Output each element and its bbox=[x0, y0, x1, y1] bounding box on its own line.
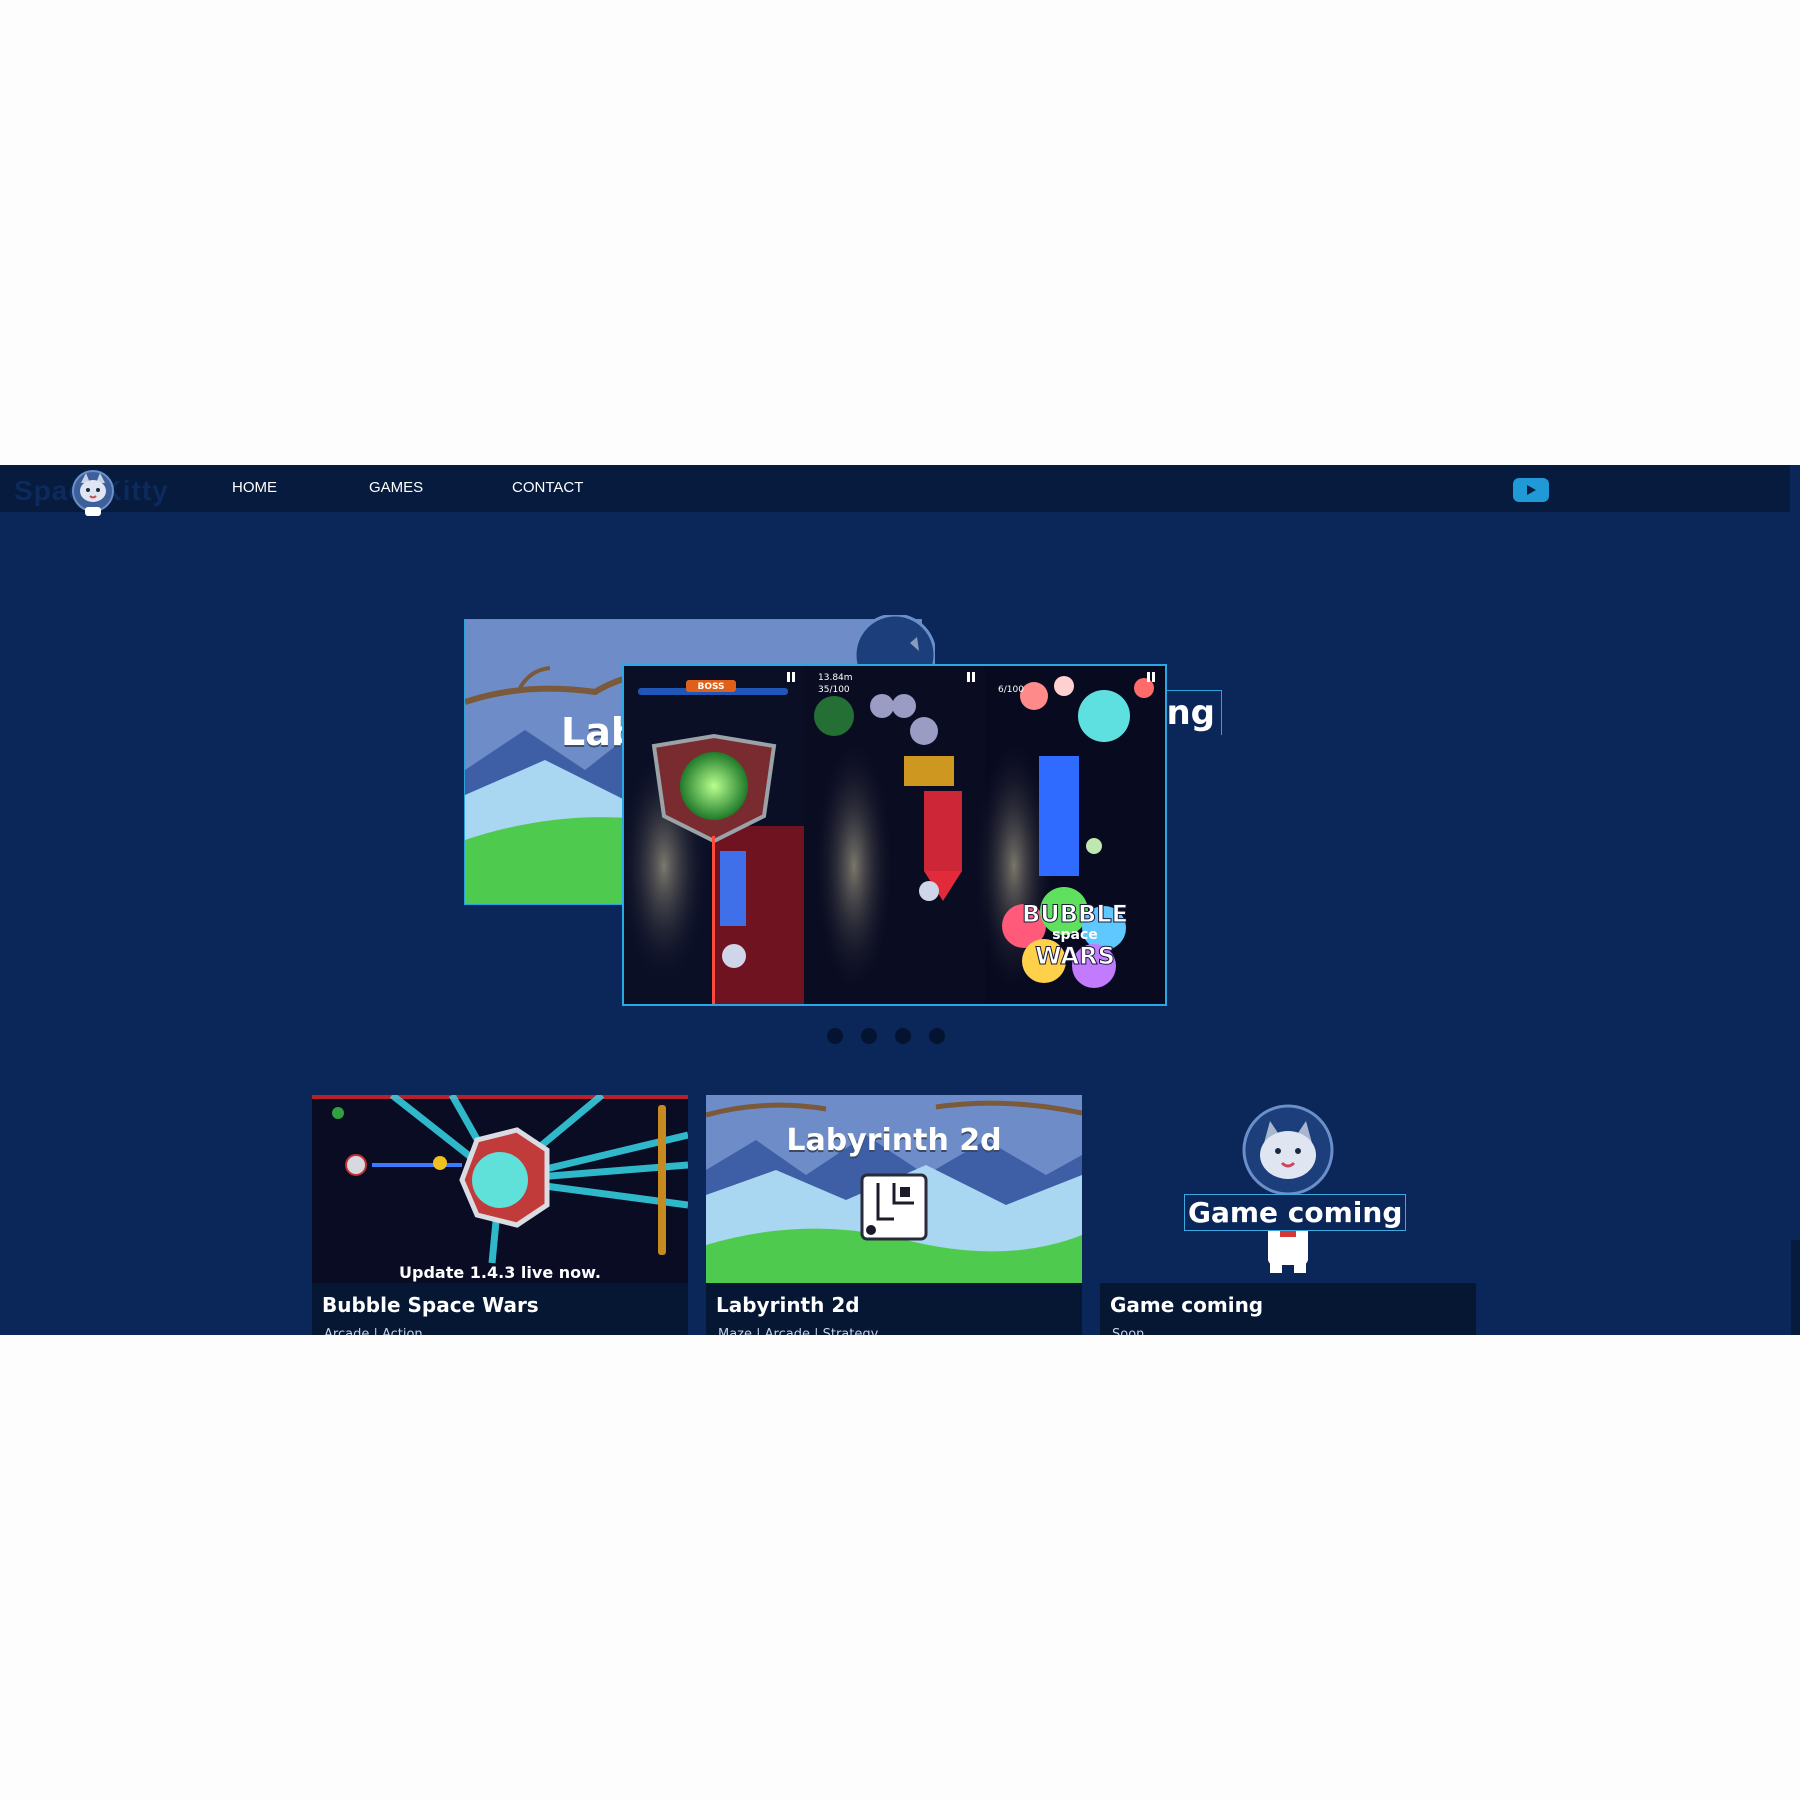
thumbnail-title: Labyrinth 2d bbox=[786, 1123, 1002, 1158]
card-thumbnail: Labyrinth 2d bbox=[706, 1095, 1082, 1283]
card-title: Labyrinth 2d bbox=[716, 1293, 860, 1317]
stat-progress-2: 6/100 bbox=[998, 685, 1024, 695]
carousel-dot-3[interactable] bbox=[895, 1028, 911, 1044]
carousel-dot-1[interactable] bbox=[827, 1028, 843, 1044]
card-thumbnail: Update 1.4.3 live now. bbox=[312, 1095, 688, 1283]
card-subtitle: Arcade | Action bbox=[324, 1327, 423, 1335]
card-subtitle: Maze | Arcade | Strategy bbox=[718, 1327, 879, 1335]
stat-progress: 35/100 bbox=[818, 685, 850, 695]
boss-label: BOSS bbox=[697, 682, 724, 692]
update-caption: Update 1.4.3 live now. bbox=[399, 1263, 601, 1282]
card-info: Game coming Soon bbox=[1100, 1283, 1476, 1335]
bsw-logo-line3: WARS bbox=[1035, 942, 1115, 970]
bsw-logo-line1: BUBBLE bbox=[1022, 900, 1128, 928]
bubble-space-wars-boss-art bbox=[312, 1095, 688, 1283]
card-info: Bubble Space Wars Arcade | Action bbox=[312, 1283, 688, 1335]
card-subtitle: Soon bbox=[1112, 1327, 1145, 1335]
card-info: Labyrinth 2d Maze | Arcade | Strategy bbox=[706, 1283, 1082, 1335]
bsw-logo-line2: space bbox=[1052, 927, 1098, 943]
carousel-slide-bubble-space-wars[interactable]: BUBBLE space WARS BOSS 13.84m 35/100 6/1… bbox=[622, 664, 1167, 1006]
carousel-dot-2[interactable] bbox=[861, 1028, 877, 1044]
bubble-space-wars-screenshots: BUBBLE space WARS BOSS 13.84m 35/100 6/1… bbox=[624, 666, 1165, 1004]
carousel-dot-4[interactable] bbox=[929, 1028, 945, 1044]
scrollbar-thumb[interactable] bbox=[1791, 1240, 1800, 1335]
game-card-bubble-space-wars[interactable]: Update 1.4.3 live now. Bubble Space Wars… bbox=[312, 1095, 688, 1335]
thumbnail-title: Game coming bbox=[1184, 1194, 1407, 1231]
game-carousel: Lab ing BUBBLE space WARS BOSS 13.84m 35… bbox=[0, 465, 1800, 1065]
game-card-game-coming[interactable]: Game coming Game coming Soon bbox=[1100, 1095, 1476, 1335]
kitty-astronaut-icon bbox=[1242, 1104, 1334, 1273]
card-title: Bubble Space Wars bbox=[322, 1293, 539, 1317]
stat-distance: 13.84m bbox=[818, 673, 853, 683]
card-title: Game coming bbox=[1110, 1293, 1264, 1317]
game-card-labyrinth-2d[interactable]: Labyrinth 2d Labyrinth 2d Maze | Arcade … bbox=[706, 1095, 1082, 1335]
website-viewport: SpaceKitty HOME GAMES CONTACT bbox=[0, 465, 1800, 1335]
card-thumbnail: Game coming bbox=[1100, 1095, 1476, 1283]
